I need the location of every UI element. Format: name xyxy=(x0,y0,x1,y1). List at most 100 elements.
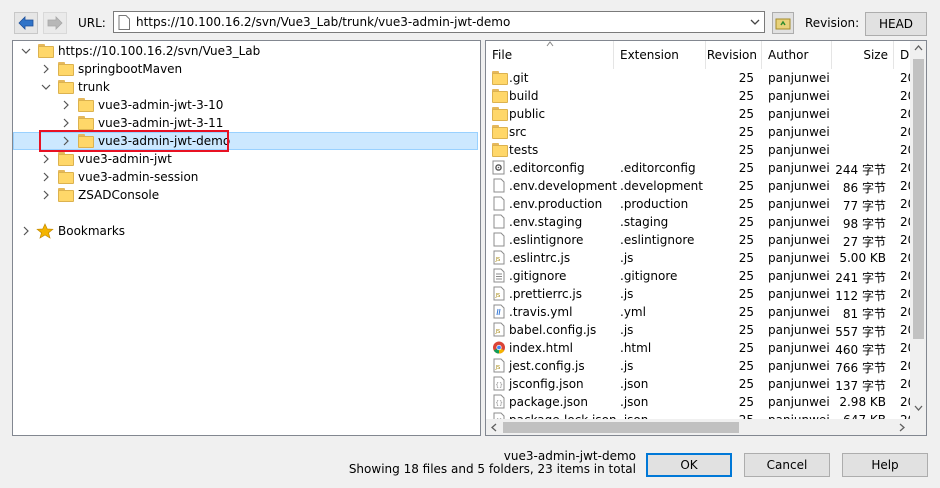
json-file-icon: {} xyxy=(493,376,505,391)
file-size: 86 字节 xyxy=(842,181,886,195)
url-input[interactable]: https://10.100.16.2/svn/Vue3_Lab/trunk/v… xyxy=(136,15,510,29)
tree-item-label: trunk xyxy=(78,80,110,94)
file-author: panjunwei xyxy=(768,215,830,229)
file-row[interactable]: .gitignore .gitignore 25 panjunwei 241 字节 20 xyxy=(486,267,916,285)
file-name: tests xyxy=(509,143,539,157)
repository-tree[interactable]: https://10.100.16.2/svn/Vue3_Lab springbo… xyxy=(12,40,481,436)
file-row[interactable]: .eslintignore .eslintignore 25 panjunwei 27 … xyxy=(486,231,916,249)
file-row[interactable]: .env.development .development 25 panjunwei 8… xyxy=(486,177,916,195)
folder-icon xyxy=(492,71,508,85)
file-author: panjunwei xyxy=(768,395,830,409)
file-author: panjunwei xyxy=(768,323,830,337)
chevron-right-icon[interactable] xyxy=(21,226,31,236)
tree-item-vue3-admin-jwt-3-10[interactable]: vue3-admin-jwt-3-10 xyxy=(61,96,223,114)
bookmarks-label: Bookmarks xyxy=(58,224,126,238)
horizontal-scroll-thumb[interactable] xyxy=(503,422,739,433)
file-row[interactable]: .env.staging .staging 25 panjunwei 98 字节 20 xyxy=(486,213,916,231)
column-header-size[interactable]: Size xyxy=(832,41,894,69)
file-size: 137 字节 xyxy=(835,379,886,393)
chevron-right-icon[interactable] xyxy=(41,154,51,164)
vertical-scroll-thumb[interactable] xyxy=(913,59,924,339)
file-extension: .editorconfig xyxy=(620,161,696,175)
vertical-scrollbar[interactable] xyxy=(910,41,926,419)
file-row[interactable]: public 25 panjunwei 20 xyxy=(486,105,916,123)
file-author: panjunwei xyxy=(768,179,830,193)
file-row[interactable]: .git 25 panjunwei 20 xyxy=(486,69,916,87)
file-extension: .js xyxy=(620,287,634,301)
file-author: panjunwei xyxy=(768,377,830,391)
column-header-revision[interactable]: Revision xyxy=(706,41,762,69)
file-row[interactable]: .editorconfig .editorconfig 25 panjunwei 244… xyxy=(486,159,916,177)
open-folder-button[interactable] xyxy=(772,12,794,34)
document-icon xyxy=(493,232,505,247)
url-combobox[interactable]: https://10.100.16.2/svn/Vue3_Lab/trunk/v… xyxy=(113,11,765,33)
file-revision: 25 xyxy=(738,269,754,283)
chevron-right-icon[interactable] xyxy=(41,190,51,200)
document-icon xyxy=(493,178,505,193)
file-author: panjunwei xyxy=(768,197,830,211)
chevron-down-icon[interactable] xyxy=(750,19,760,25)
chevron-right-icon[interactable] xyxy=(61,100,71,110)
selected-item-text: vue3-admin-jwt-demo xyxy=(503,449,636,463)
file-row[interactable]: index.html .html 25 panjunwei 460 字节 20 xyxy=(486,339,916,357)
js-file-icon: JS xyxy=(493,322,505,337)
scrollbar-corner xyxy=(910,419,926,435)
forward-arrow-icon xyxy=(47,16,63,30)
tree-item-vue3-admin-session[interactable]: vue3-admin-session xyxy=(41,168,198,186)
column-header-file[interactable]: File xyxy=(486,41,614,69)
column-file-label: File xyxy=(492,48,513,62)
file-name: .env.production xyxy=(509,197,603,211)
tree-item-bookmarks[interactable]: Bookmarks xyxy=(21,222,125,240)
file-row[interactable]: JS .eslintrc.js .js 25 panjunwei 5.00 KB 20 xyxy=(486,249,916,267)
chevron-down-icon[interactable] xyxy=(41,82,51,92)
folder-icon xyxy=(492,89,508,103)
revision-head-button[interactable]: HEAD xyxy=(865,12,927,36)
file-revision: 25 xyxy=(738,179,754,193)
file-author: panjunwei xyxy=(768,341,830,355)
tree-item-vue3-admin-jwt[interactable]: vue3-admin-jwt xyxy=(41,150,172,168)
file-size: 557 字节 xyxy=(835,325,886,339)
chevron-right-icon[interactable] xyxy=(41,64,51,74)
ok-button[interactable]: OK xyxy=(646,453,732,477)
file-row[interactable]: {} jsconfig.json .json 25 panjunwei 137 字节 20 xyxy=(486,375,916,393)
file-row[interactable]: JS .prettierrc.js .js 25 panjunwei 112 字节 20 xyxy=(486,285,916,303)
back-button[interactable] xyxy=(14,12,38,34)
file-row[interactable]: tests 25 panjunwei 20 xyxy=(486,141,916,159)
scroll-up-arrow-icon[interactable] xyxy=(914,45,923,51)
cancel-button[interactable]: Cancel xyxy=(744,453,830,477)
chevron-right-icon[interactable] xyxy=(61,118,71,128)
file-author: panjunwei xyxy=(768,233,830,247)
tree-item-trunk[interactable]: trunk xyxy=(41,78,110,96)
yml-file-icon xyxy=(493,304,505,319)
file-name: .editorconfig xyxy=(509,161,585,175)
file-row[interactable]: JS babel.config.js .js 25 panjunwei 557 字节 20 xyxy=(486,321,916,339)
scroll-down-arrow-icon[interactable] xyxy=(914,405,923,411)
file-name: .env.staging xyxy=(509,215,583,229)
tree-root[interactable]: https://10.100.16.2/svn/Vue3_Lab xyxy=(21,42,260,60)
file-extension: .json xyxy=(620,377,649,391)
file-name: index.html xyxy=(509,341,573,355)
scroll-left-arrow-icon[interactable] xyxy=(491,423,497,432)
chevron-right-icon[interactable] xyxy=(41,172,51,182)
file-size: 27 字节 xyxy=(842,235,886,249)
file-row[interactable]: src 25 panjunwei 20 xyxy=(486,123,916,141)
file-author: panjunwei xyxy=(768,269,830,283)
file-row[interactable]: .env.production .production 25 panjunwei 77 … xyxy=(486,195,916,213)
tree-item-zsadconsole[interactable]: ZSADConsole xyxy=(41,186,159,204)
column-header-author[interactable]: Author xyxy=(762,41,832,69)
file-list[interactable]: File Extension Revision Author Size Da .… xyxy=(485,40,927,436)
horizontal-scrollbar[interactable] xyxy=(486,419,910,435)
file-row[interactable]: .travis.yml .yml 25 panjunwei 81 字节 20 xyxy=(486,303,916,321)
document-icon xyxy=(493,214,505,229)
column-header-extension[interactable]: Extension xyxy=(614,41,706,69)
tree-item-springbootmaven[interactable]: springbootMaven xyxy=(41,60,182,78)
help-button[interactable]: Help xyxy=(842,453,928,477)
scroll-right-arrow-icon[interactable] xyxy=(899,423,905,432)
file-row[interactable]: build 25 panjunwei 20 xyxy=(486,87,916,105)
chevron-down-icon[interactable] xyxy=(21,46,31,56)
folder-icon xyxy=(58,152,74,166)
forward-button[interactable] xyxy=(43,12,67,34)
file-revision: 25 xyxy=(738,89,754,103)
file-row[interactable]: {} package.json .json 25 panjunwei 2.98 KB 20 xyxy=(486,393,916,411)
file-row[interactable]: JS jest.config.js .js 25 panjunwei 766 字节 20 xyxy=(486,357,916,375)
